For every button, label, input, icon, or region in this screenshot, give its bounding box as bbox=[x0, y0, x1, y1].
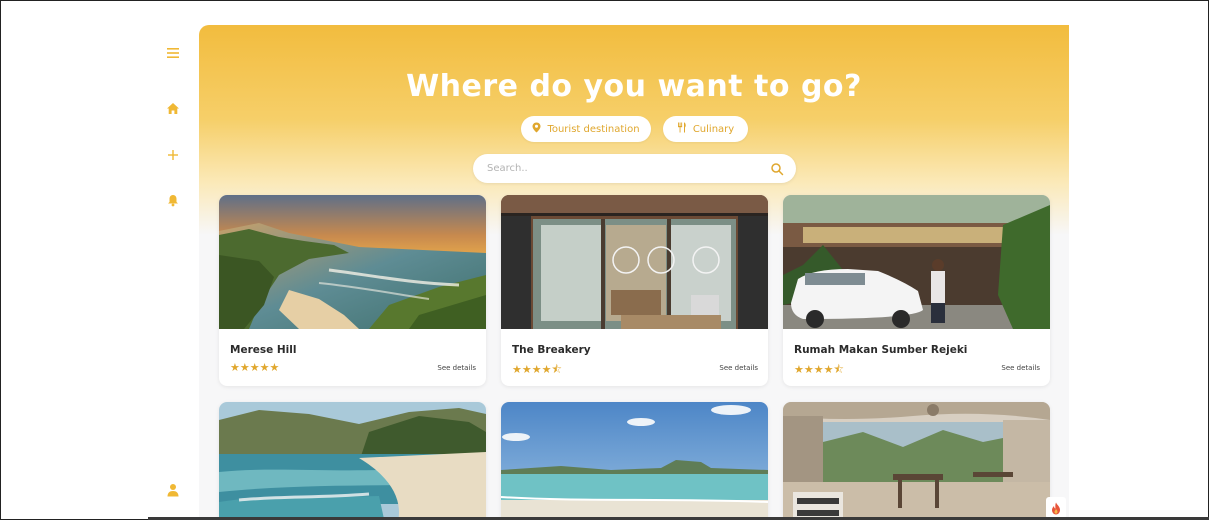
chip-label: Tourist destination bbox=[547, 123, 640, 135]
star-rating: ★★★★⯪ bbox=[512, 363, 562, 376]
card-image-rumah-makan-sumber-rejeki bbox=[783, 195, 1050, 329]
star-rating: ★★★★⯪ bbox=[794, 363, 844, 376]
card-image-restaurant-terrace bbox=[783, 402, 1050, 520]
menu-icon[interactable] bbox=[164, 44, 182, 62]
main-content: Where do you want to go? Tourist destina… bbox=[199, 25, 1069, 520]
see-details-link[interactable]: See details bbox=[719, 364, 758, 372]
home-icon[interactable] bbox=[164, 99, 182, 117]
search-input[interactable] bbox=[487, 160, 757, 177]
star-rating: ★★★★★ bbox=[230, 361, 280, 374]
fire-icon[interactable] bbox=[1046, 497, 1066, 519]
chip-label: Culinary bbox=[692, 123, 735, 135]
search-icon[interactable] bbox=[770, 161, 784, 176]
destination-card[interactable]: Rumah Makan Sumber Rejeki ★★★★⯪ See deta… bbox=[783, 195, 1050, 386]
see-details-link[interactable]: See details bbox=[1001, 364, 1040, 372]
card-image-beach-cove bbox=[219, 402, 486, 520]
search-bar bbox=[473, 154, 796, 183]
destination-card[interactable]: The Breakery ★★★★⯪ See details bbox=[501, 195, 768, 386]
utensils-icon bbox=[677, 122, 687, 136]
destination-card[interactable]: Merese Hill ★★★★★ See details bbox=[219, 195, 486, 386]
tourist-destination-chip[interactable]: Tourist destination bbox=[521, 116, 651, 142]
card-title: Rumah Makan Sumber Rejeki bbox=[794, 344, 968, 356]
card-image-the-breakery bbox=[501, 195, 768, 329]
card-title: Merese Hill bbox=[230, 344, 297, 356]
user-icon[interactable] bbox=[164, 481, 182, 499]
destination-card[interactable] bbox=[219, 402, 486, 520]
card-image-merese-hill bbox=[219, 195, 486, 329]
destination-card[interactable] bbox=[501, 402, 768, 520]
card-image-beach-bay bbox=[501, 402, 768, 520]
sidebar bbox=[150, 28, 196, 520]
bell-icon[interactable] bbox=[164, 191, 182, 209]
card-title: The Breakery bbox=[512, 344, 591, 356]
culinary-chip[interactable]: Culinary bbox=[663, 116, 748, 142]
plus-icon[interactable] bbox=[164, 146, 182, 164]
page-title: Where do you want to go? bbox=[406, 69, 862, 104]
see-details-link[interactable]: See details bbox=[437, 364, 476, 372]
destination-card[interactable] bbox=[783, 402, 1050, 520]
map-pin-icon bbox=[532, 122, 541, 136]
